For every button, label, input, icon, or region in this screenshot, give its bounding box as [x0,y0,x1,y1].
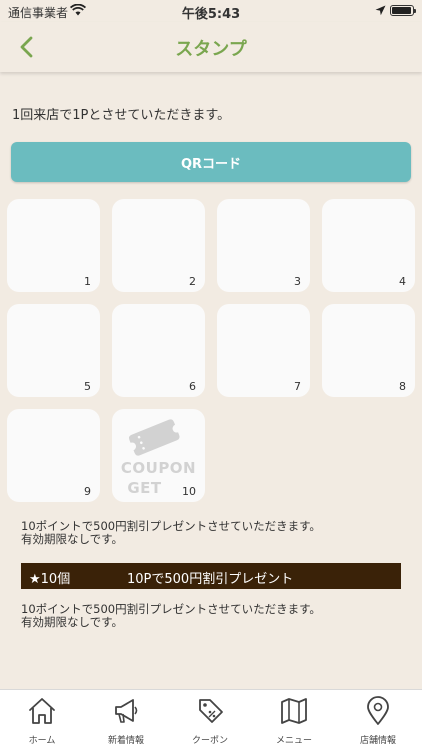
location-pin-icon [367,696,389,725]
description-line: 有効期限なしです。 [21,615,124,629]
stamp-cell: 1 [7,199,100,292]
tab-label: 店舗情報 [359,736,396,746]
tab-label: 新着情報 [107,736,144,746]
stamp-cell: 9 [7,409,100,502]
home-icon [29,698,55,724]
tab-store-info[interactable]: 店舗情報 [336,690,420,750]
tab-label: クーポン [191,736,228,746]
battery-icon [390,5,416,16]
reward-bar: ★10個 10Pで500円割引プレゼント [21,563,401,589]
tag-icon [199,699,223,723]
stamp-number: 10 [182,485,196,498]
megaphone-icon [115,699,138,723]
intro-text: 1回来店で1Pとさせていただきます。 [12,108,231,123]
status-bar: 通信事業者 午後5:43 [0,0,422,22]
tab-bar: ホーム 新着情報 クーポン メニュー 店舗情報 [0,689,422,750]
tab-news[interactable]: 新着情報 [84,690,168,750]
stamp-cell: 3 [217,199,310,292]
reward-description-top: 10ポイントで500円割引プレゼントさせていただきます。 有効期限なしです。 [21,520,321,546]
tab-home[interactable]: ホーム [0,690,84,750]
stamp-number: 1 [84,275,91,288]
qr-code-button[interactable]: QRコード [11,142,411,182]
description-line: 有効期限なしです。 [21,532,124,546]
stamp-number: 7 [294,380,301,393]
nav-bar: スタンプ [0,22,422,72]
reward-stamp-count: ★10個 [29,572,71,587]
stamp-number: 8 [399,380,406,393]
tab-menu[interactable]: メニュー [252,690,336,750]
stamp-number: 2 [189,275,196,288]
stamp-number: 3 [294,275,301,288]
tab-label: メニュー [275,736,312,746]
stamp-cell: 7 [217,304,310,397]
stamp-cell: 2 [112,199,205,292]
stamp-number: 9 [84,485,91,498]
stamp-cell: 8 [322,304,415,397]
reward-text: 10Pで500円割引プレゼント [127,572,294,587]
stamp-number: 6 [189,380,196,393]
tab-label: ホーム [28,736,56,746]
stamp-number: 4 [399,275,406,288]
location-arrow-icon [375,5,386,16]
tab-coupon[interactable]: クーポン [168,690,252,750]
reward-description-bottom: 10ポイントで500円割引プレゼントさせていただきます。 有効期限なしです。 [21,603,321,629]
stamp-cell: 5 [7,304,100,397]
stamp-cell: 6 [112,304,205,397]
coupon-stamp-cell: COUPON GET 10 [112,409,205,502]
stamp-cell: 4 [322,199,415,292]
map-icon [281,698,307,724]
coupon-label: COUPON [120,459,197,477]
page-title: スタンプ [175,39,247,60]
stamp-number: 5 [84,380,91,393]
status-time: 午後5:43 [181,7,241,22]
